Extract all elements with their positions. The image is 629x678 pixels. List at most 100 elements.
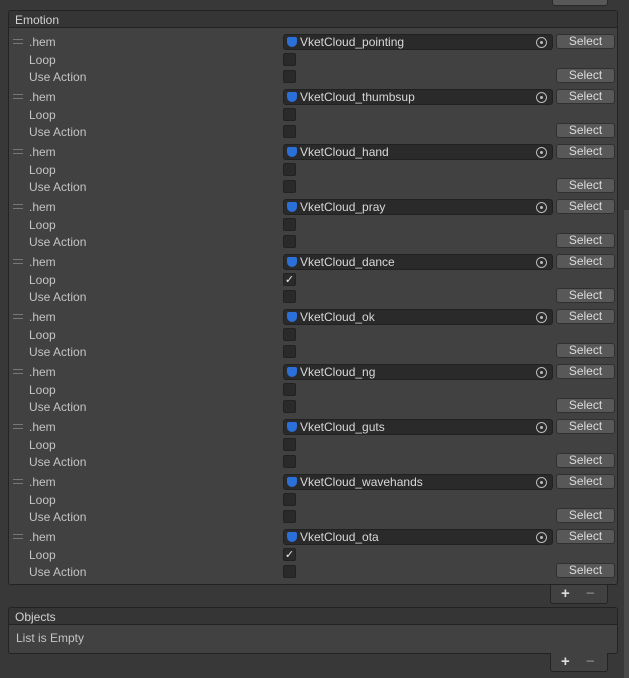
drag-handle-icon[interactable] bbox=[13, 39, 23, 44]
use-action-select-button[interactable]: Select bbox=[556, 343, 615, 358]
select-button[interactable]: Select bbox=[556, 89, 615, 104]
drag-handle-icon[interactable] bbox=[13, 369, 23, 374]
object-picker-icon[interactable] bbox=[536, 147, 547, 158]
use-action-checkbox[interactable] bbox=[283, 290, 296, 303]
hem-object-field[interactable]: VketCloud_guts bbox=[283, 419, 553, 435]
remove-button[interactable]: − bbox=[586, 585, 595, 602]
use-action-checkbox[interactable] bbox=[283, 180, 296, 193]
add-button[interactable]: + bbox=[561, 653, 570, 670]
use-action-label: Use Action bbox=[29, 125, 87, 139]
objects-list-footer: + − bbox=[550, 653, 608, 672]
loop-checkbox[interactable] bbox=[283, 438, 296, 451]
drag-handle-icon[interactable] bbox=[13, 424, 23, 429]
loop-checkbox[interactable] bbox=[283, 108, 296, 121]
select-button[interactable]: Select bbox=[556, 34, 615, 49]
unity-asset-icon bbox=[287, 477, 297, 487]
use-action-select-button[interactable]: Select bbox=[556, 233, 615, 248]
drag-handle-icon[interactable] bbox=[13, 534, 23, 539]
hem-object-field[interactable]: VketCloud_hand bbox=[283, 144, 553, 160]
loop-label: Loop bbox=[29, 108, 56, 122]
unity-asset-icon bbox=[287, 202, 297, 212]
emotion-item: .hem Loop Use Action VketCloud_ota Selec… bbox=[9, 529, 617, 584]
use-action-checkbox[interactable] bbox=[283, 510, 296, 523]
hem-label: .hem bbox=[29, 35, 56, 49]
hem-object-field[interactable]: VketCloud_thumbsup bbox=[283, 89, 553, 105]
scrollbar[interactable] bbox=[624, 210, 629, 678]
remove-button[interactable]: − bbox=[586, 653, 595, 670]
hem-object-field[interactable]: VketCloud_dance bbox=[283, 254, 553, 270]
loop-label: Loop bbox=[29, 218, 56, 232]
add-button[interactable]: + bbox=[561, 585, 570, 602]
emotion-list-footer: + − bbox=[550, 585, 608, 604]
use-action-select-button[interactable]: Select bbox=[556, 398, 615, 413]
select-button[interactable]: Select bbox=[556, 364, 615, 379]
hem-object-field[interactable]: VketCloud_ng bbox=[283, 364, 553, 380]
object-picker-icon[interactable] bbox=[536, 477, 547, 488]
drag-handle-icon[interactable] bbox=[13, 314, 23, 319]
select-button[interactable]: Select bbox=[556, 144, 615, 159]
use-action-select-button[interactable]: Select bbox=[556, 453, 615, 468]
asset-name: VketCloud_ota bbox=[300, 530, 379, 544]
use-action-label: Use Action bbox=[29, 70, 87, 84]
emotion-item: .hem Loop Use Action VketCloud_dance Sel… bbox=[9, 254, 617, 309]
hem-object-field[interactable]: VketCloud_pray bbox=[283, 199, 553, 215]
drag-handle-icon[interactable] bbox=[13, 479, 23, 484]
object-picker-icon[interactable] bbox=[536, 312, 547, 323]
select-button[interactable]: Select bbox=[556, 254, 615, 269]
hem-label: .hem bbox=[29, 145, 56, 159]
asset-name: VketCloud_guts bbox=[300, 420, 385, 434]
emotion-item: .hem Loop Use Action VketCloud_ng Select… bbox=[9, 364, 617, 419]
asset-name: VketCloud_ng bbox=[300, 365, 376, 379]
use-action-checkbox[interactable] bbox=[283, 455, 296, 468]
select-button[interactable]: Select bbox=[556, 199, 615, 214]
loop-label: Loop bbox=[29, 493, 56, 507]
use-action-checkbox[interactable] bbox=[283, 400, 296, 413]
use-action-label: Use Action bbox=[29, 345, 87, 359]
object-picker-icon[interactable] bbox=[536, 37, 547, 48]
use-action-select-button[interactable]: Select bbox=[556, 563, 615, 578]
use-action-select-button[interactable]: Select bbox=[556, 288, 615, 303]
object-picker-icon[interactable] bbox=[536, 92, 547, 103]
loop-checkbox[interactable]: ✓ bbox=[283, 548, 296, 561]
use-action-checkbox[interactable] bbox=[283, 125, 296, 138]
drag-handle-icon[interactable] bbox=[13, 94, 23, 99]
use-action-label: Use Action bbox=[29, 455, 87, 469]
use-action-select-button[interactable]: Select bbox=[556, 508, 615, 523]
select-button[interactable]: Select bbox=[556, 474, 615, 489]
use-action-checkbox[interactable] bbox=[283, 345, 296, 358]
use-action-select-button[interactable]: Select bbox=[556, 178, 615, 193]
loop-checkbox[interactable] bbox=[283, 163, 296, 176]
use-action-label: Use Action bbox=[29, 290, 87, 304]
drag-handle-icon[interactable] bbox=[13, 149, 23, 154]
top-button[interactable] bbox=[552, 0, 608, 6]
drag-handle-icon[interactable] bbox=[13, 204, 23, 209]
object-picker-icon[interactable] bbox=[536, 367, 547, 378]
select-button[interactable]: Select bbox=[556, 419, 615, 434]
loop-checkbox[interactable]: ✓ bbox=[283, 273, 296, 286]
loop-checkbox[interactable] bbox=[283, 383, 296, 396]
use-action-checkbox[interactable] bbox=[283, 70, 296, 83]
hem-label: .hem bbox=[29, 530, 56, 544]
emotion-header: Emotion bbox=[8, 10, 618, 28]
hem-object-field[interactable]: VketCloud_pointing bbox=[283, 34, 553, 50]
emotion-item: .hem Loop Use Action VketCloud_hand Sele… bbox=[9, 144, 617, 199]
loop-checkbox[interactable] bbox=[283, 328, 296, 341]
object-picker-icon[interactable] bbox=[536, 202, 547, 213]
select-button[interactable]: Select bbox=[556, 529, 615, 544]
drag-handle-icon[interactable] bbox=[13, 259, 23, 264]
select-button[interactable]: Select bbox=[556, 309, 615, 324]
hem-object-field[interactable]: VketCloud_ota bbox=[283, 529, 553, 545]
use-action-checkbox[interactable] bbox=[283, 235, 296, 248]
hem-object-field[interactable]: VketCloud_ok bbox=[283, 309, 553, 325]
hem-object-field[interactable]: VketCloud_wavehands bbox=[283, 474, 553, 490]
object-picker-icon[interactable] bbox=[536, 422, 547, 433]
use-action-checkbox[interactable] bbox=[283, 565, 296, 578]
loop-checkbox[interactable] bbox=[283, 53, 296, 66]
object-picker-icon[interactable] bbox=[536, 532, 547, 543]
object-picker-icon[interactable] bbox=[536, 257, 547, 268]
loop-checkbox[interactable] bbox=[283, 218, 296, 231]
use-action-select-button[interactable]: Select bbox=[556, 68, 615, 83]
loop-checkbox[interactable] bbox=[283, 493, 296, 506]
use-action-select-button[interactable]: Select bbox=[556, 123, 615, 138]
unity-asset-icon bbox=[287, 37, 297, 47]
